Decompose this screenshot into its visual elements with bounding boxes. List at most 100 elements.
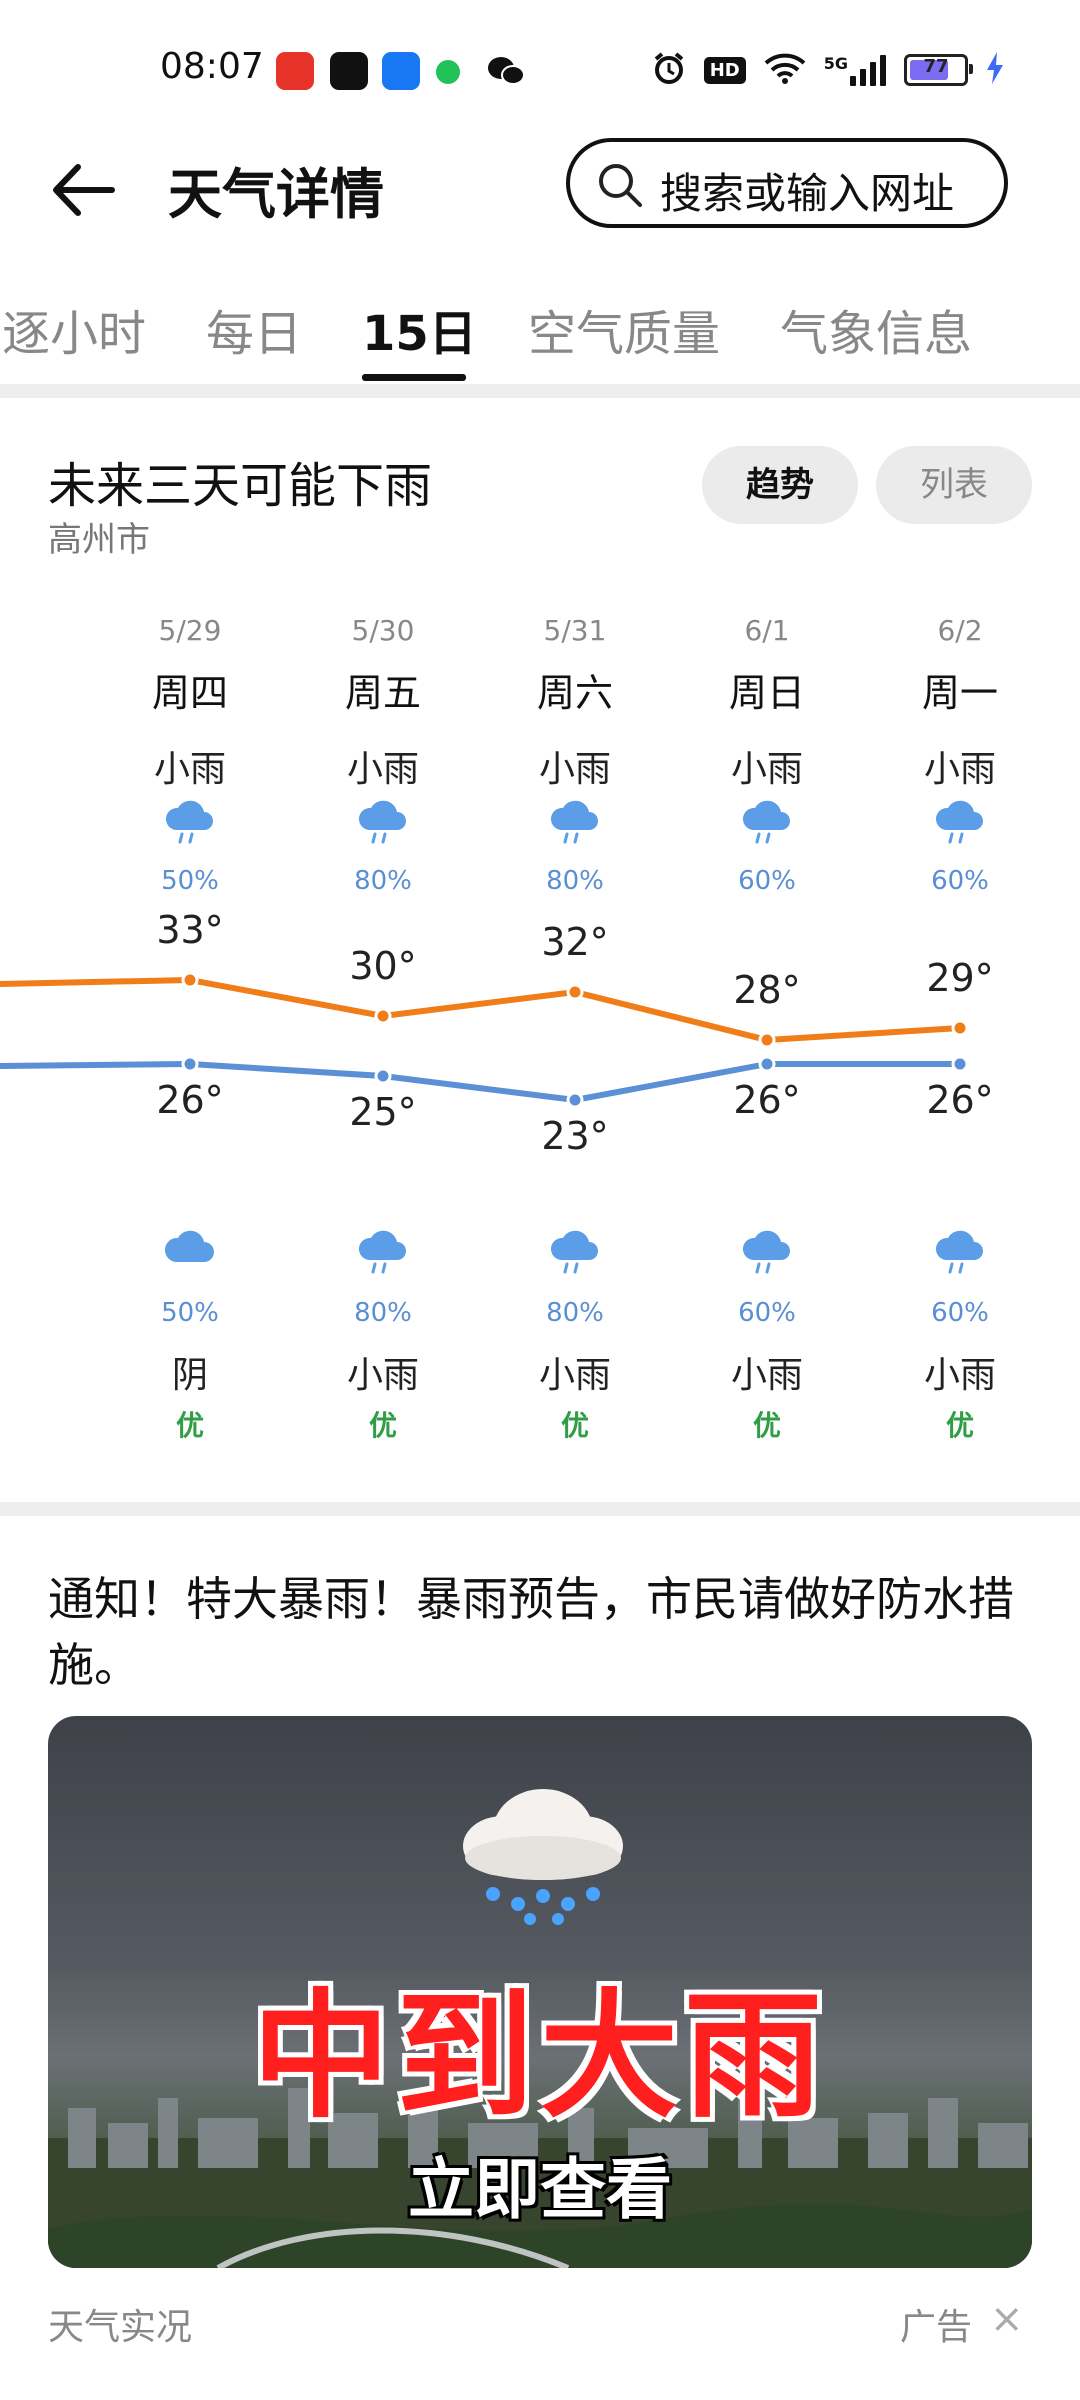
list-toggle-button[interactable]: 列表 — [876, 446, 1032, 524]
tab-weather-info[interactable]: 气象信息 — [780, 294, 972, 364]
low-temp-line-point — [758, 1055, 776, 1073]
light-rain-icon — [505, 796, 645, 848]
rain-cloud-icon — [463, 1789, 623, 1925]
tab-daily[interactable]: 每日 — [206, 294, 302, 364]
low-temp-line-point — [181, 1055, 199, 1073]
low-temp-line-point — [566, 1091, 584, 1109]
forecast-weekday: 周日 — [728, 671, 805, 715]
forecast-night-condition: 小雨 — [538, 1355, 611, 1396]
light-rain-icon — [120, 796, 260, 848]
forecast-day-condition: 小雨 — [153, 749, 226, 790]
forecast-night-precip: 60% — [738, 1298, 796, 1328]
forecast-night-precip: 60% — [931, 1298, 989, 1328]
light-rain-icon — [505, 1226, 645, 1278]
forecast-air-quality: 优 — [368, 1409, 397, 1442]
high-temp-line-point — [181, 971, 199, 989]
forecast-day-precip: 50% — [161, 866, 219, 896]
forecast-day-condition: 小雨 — [346, 749, 419, 790]
forecast-night-condition: 小雨 — [730, 1355, 803, 1396]
forecast-date: 6/1 — [744, 614, 790, 647]
forecast-night-precip: 80% — [546, 1298, 604, 1328]
section-divider — [0, 384, 1080, 398]
banner-cta[interactable]: 立即查看 — [48, 2136, 1032, 2232]
light-rain-icon — [313, 1226, 453, 1278]
footer-section-title: 天气实况 — [48, 2307, 193, 2348]
alarm-icon — [652, 51, 686, 89]
notice-text[interactable]: 通知！特大暴雨！暴雨预告，市民请做好防水措施。 — [48, 1566, 1038, 1698]
ad-label: 广告 — [900, 2307, 973, 2348]
forecast-weekday: 周一 — [921, 671, 998, 715]
tab-active-indicator — [362, 374, 466, 381]
status-bar: 08:07 HD 5G 77 — [0, 0, 1080, 140]
banner-headline: 中到大雨 — [251, 1976, 828, 2137]
tab-air-quality[interactable]: 空气质量 — [528, 294, 720, 364]
light-rain-icon — [697, 796, 837, 848]
forecast-high-temp: 32° — [541, 920, 609, 964]
tab-15day[interactable]: 15日 — [362, 294, 477, 364]
search-icon — [596, 161, 644, 213]
tab-bar: 逐小时 每日 15日 空气质量 气象信息 — [0, 280, 1080, 390]
close-ad-button[interactable]: × — [990, 2296, 1024, 2342]
temperature-trend-chart — [0, 971, 969, 1109]
battery-level: 77 — [923, 56, 949, 77]
high-temp-line-point — [566, 983, 584, 1001]
page-title: 天气详情 — [168, 163, 384, 226]
forecast-date: 6/2 — [937, 614, 983, 647]
high-temp-line-point — [951, 1019, 969, 1037]
forecast-air-quality: 优 — [175, 1409, 204, 1442]
tab-hourly[interactable]: 逐小时 — [2, 294, 146, 364]
wechat-icon — [486, 54, 526, 92]
search-bar[interactable]: 搜索或输入网址 — [566, 138, 1008, 228]
forecast-title: 未来三天可能下雨 — [48, 458, 433, 514]
high-temp-line-point — [758, 1031, 776, 1049]
forecast-day-precip: 60% — [931, 866, 989, 896]
forecast-date: 5/29 — [158, 614, 222, 647]
taobao-icon — [276, 52, 314, 90]
shield-app-icon — [382, 52, 420, 90]
back-arrow-icon — [53, 164, 115, 216]
back-button[interactable] — [48, 155, 118, 225]
forecast-weekday: 周五 — [344, 671, 421, 715]
forecast-night-precip: 50% — [161, 1298, 219, 1328]
light-rain-icon — [697, 1226, 837, 1278]
status-time: 08:07 — [160, 46, 264, 87]
low-temp-line-point — [374, 1067, 392, 1085]
forecast-high-temp: 33° — [156, 908, 224, 952]
forecast-air-quality: 优 — [560, 1409, 589, 1442]
forecast-day-condition: 小雨 — [538, 749, 611, 790]
ad-banner[interactable]: 中到大雨 立即查看 — [48, 1716, 1032, 2268]
forecast-night-condition: 小雨 — [346, 1355, 419, 1396]
cloudy-icon — [120, 1226, 260, 1270]
message-app-icon — [436, 60, 460, 84]
forecast-day-precip: 80% — [354, 866, 412, 896]
section-divider-2 — [0, 1502, 1080, 1516]
low-temp-line-point — [951, 1055, 969, 1073]
forecast-night-condition: 阴 — [171, 1355, 208, 1396]
forecast-weekday: 周六 — [536, 671, 613, 715]
forecast-date: 5/30 — [351, 614, 415, 647]
battery-icon: 77 — [904, 54, 973, 86]
forecast-day-condition: 小雨 — [923, 749, 996, 790]
light-rain-icon — [890, 1226, 1030, 1278]
forecast-day-precip: 60% — [738, 866, 796, 896]
douyin-icon — [330, 52, 368, 90]
forecast-day-condition: 小雨 — [730, 749, 803, 790]
5g-signal-icon: 5G — [824, 54, 886, 86]
forecast-air-quality: 优 — [752, 1409, 781, 1442]
forecast-date: 5/31 — [543, 614, 607, 647]
trend-toggle-button[interactable]: 趋势 — [702, 446, 858, 524]
light-rain-icon — [313, 796, 453, 848]
forecast-air-quality: 优 — [945, 1409, 974, 1442]
forecast-low-temp: 23° — [541, 1114, 609, 1158]
forecast-city: 高州市 — [48, 520, 150, 560]
hd-icon: HD — [703, 56, 746, 84]
forecast-night-condition: 小雨 — [923, 1355, 996, 1396]
search-placeholder: 搜索或输入网址 — [660, 169, 955, 218]
forecast-night-precip: 80% — [354, 1298, 412, 1328]
low-temp-line — [0, 1060, 960, 1104]
charging-icon — [986, 52, 1004, 88]
forecast-weekday: 周四 — [151, 671, 228, 715]
high-temp-line — [0, 976, 961, 1044]
high-temp-line-point — [374, 1007, 392, 1025]
status-right: HD 5G 77 — [652, 50, 1004, 90]
